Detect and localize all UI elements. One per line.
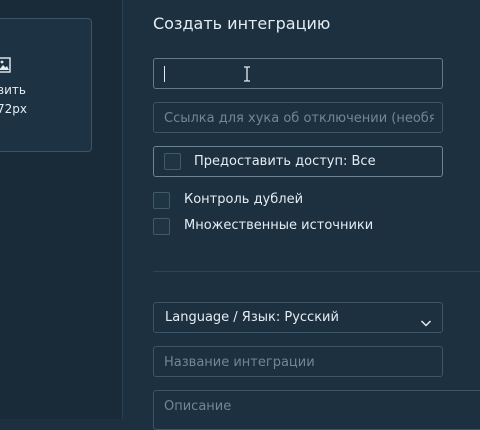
- language-select[interactable]: Language / Язык: Русский: [153, 302, 443, 333]
- description-placeholder: Описание: [164, 399, 232, 414]
- create-integration-form: Создать интеграцию Ссылка для хука об от…: [123, 0, 480, 430]
- upload-label: вить: [0, 83, 26, 97]
- duplicate-control-label: Контроль дублей: [184, 192, 304, 207]
- ibeam-cursor-icon: [242, 66, 252, 82]
- duplicate-control-row[interactable]: Контроль дублей: [153, 191, 443, 211]
- text-caret: [164, 66, 165, 82]
- multiple-sources-checkbox[interactable]: [153, 218, 170, 235]
- multiple-sources-label: Множественные источники: [184, 218, 374, 233]
- grant-access-toggle[interactable]: Предоставить доступ: Все: [153, 146, 443, 177]
- language-select-value: Language / Язык: Русский: [165, 310, 339, 325]
- left-panel: вить 72px: [0, 0, 123, 419]
- disconnect-hook-placeholder: Ссылка для хука об отключении (необязате…: [164, 111, 434, 126]
- section-divider: [153, 271, 480, 272]
- description-input[interactable]: Описание: [153, 390, 480, 430]
- hook-url-input[interactable]: [153, 58, 443, 89]
- upload-size-hint: 72px: [0, 102, 27, 116]
- multiple-sources-row[interactable]: Множественные источники: [153, 217, 443, 237]
- image-icon: [0, 57, 11, 73]
- image-upload-card[interactable]: вить 72px: [0, 18, 92, 152]
- disconnect-hook-input[interactable]: Ссылка для хука об отключении (необязате…: [153, 102, 443, 133]
- grant-access-checkbox[interactable]: [164, 153, 181, 170]
- form-title: Создать интеграцию: [153, 14, 331, 33]
- integration-name-input[interactable]: Название интеграции: [153, 346, 443, 377]
- duplicate-control-checkbox[interactable]: [153, 192, 170, 209]
- grant-access-label: Предоставить доступ: Все: [194, 154, 376, 169]
- integration-name-placeholder: Название интеграции: [164, 355, 315, 370]
- chevron-down-icon: [420, 313, 432, 327]
